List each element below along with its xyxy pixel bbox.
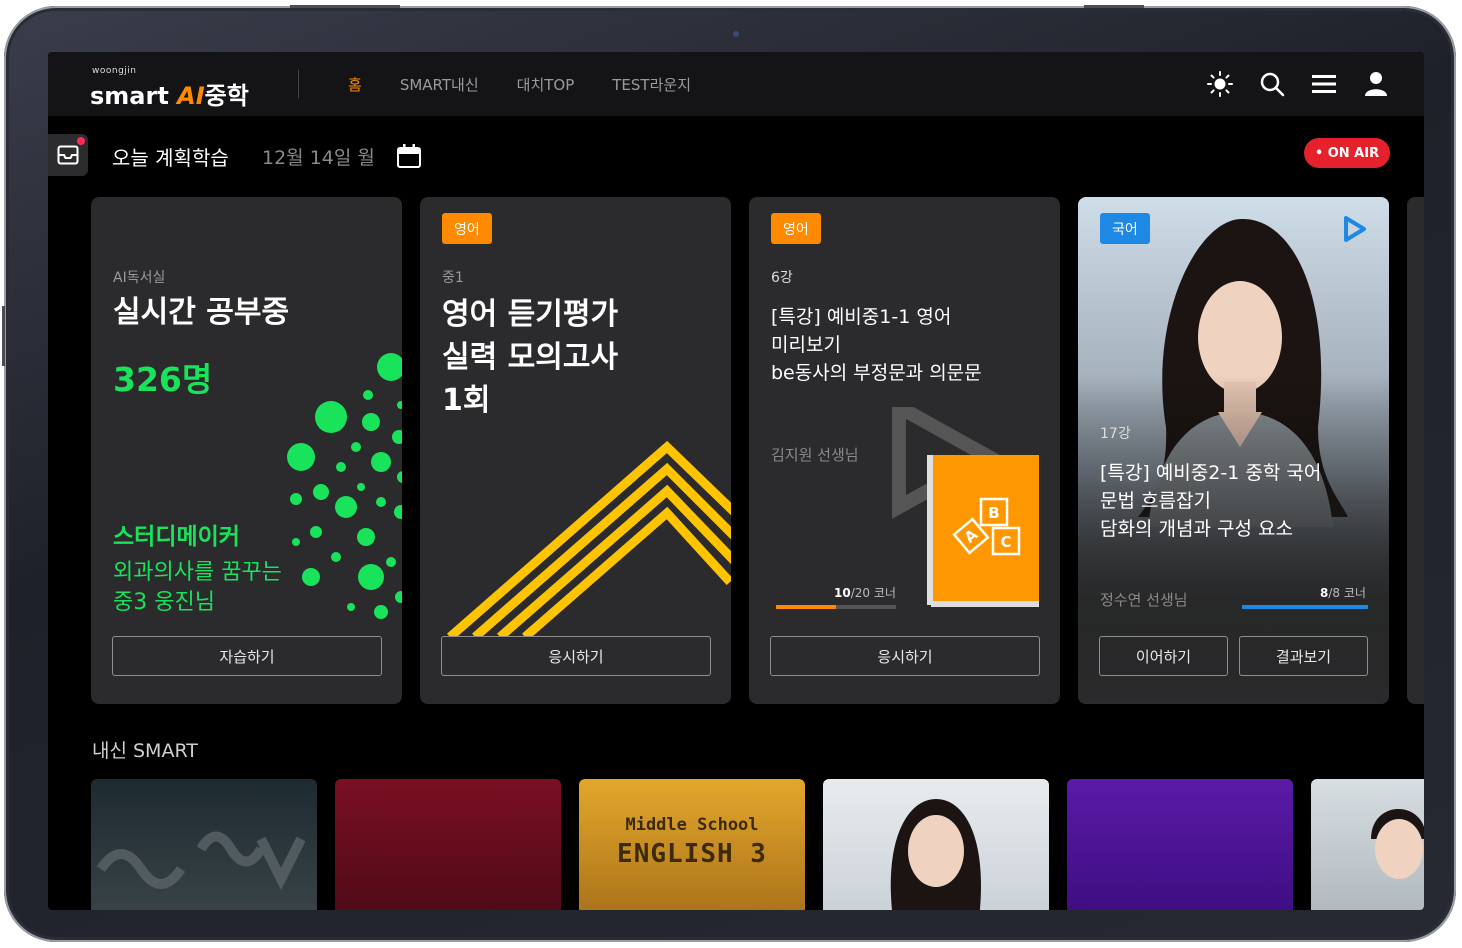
- camera: [733, 31, 739, 37]
- thumbnail-4[interactable]: [823, 779, 1049, 910]
- title-line: 1회: [442, 383, 491, 418]
- plan-date: 12월 14일 월: [262, 147, 375, 169]
- thumbnail-6[interactable]: [1311, 779, 1424, 910]
- study-room-card[interactable]: AI독서실 실시간 공부중 326명 스터디메이커 외과의사를 꿈꾸는 중3 웅…: [91, 197, 402, 704]
- card-title: 영어 듣기평가 실력 모의고사 1회: [442, 293, 618, 422]
- inbox-icon: [57, 145, 79, 165]
- side-button: [2, 306, 5, 366]
- korean-lecture-card[interactable]: 국어 17강 [특강] 예비중2-1 중학 국어 문법 흐름잡기 담화의 개념과…: [1078, 197, 1389, 704]
- thumbnail-art: [96, 831, 306, 891]
- svg-text:B: B: [988, 504, 999, 522]
- study-maker-line2: 중3 웅진님: [113, 590, 215, 615]
- book-illustration: B C A: [892, 407, 1039, 607]
- title-line: [특강] 예비중1-1 영어: [771, 306, 952, 328]
- title-line: 실력 모의고사: [442, 340, 619, 375]
- english-test-card[interactable]: 영어 중1 영어 듣기평가 실력 모의고사 1회 응시하기: [420, 197, 731, 704]
- continue-button[interactable]: 이어하기: [1099, 636, 1228, 676]
- teacher-photo: [1371, 809, 1424, 879]
- brightness-icon[interactable]: [1202, 66, 1238, 102]
- logo-ai: AI: [177, 82, 205, 110]
- book-title-line1: Middle School: [625, 815, 759, 835]
- tab-test-lounge[interactable]: TEST라운지: [612, 74, 691, 95]
- menu-icon[interactable]: [1306, 66, 1342, 102]
- card-subtitle: 중1: [442, 270, 464, 286]
- on-air-button[interactable]: • ON AIR: [1304, 138, 1390, 168]
- thumbnail-5[interactable]: [1067, 779, 1293, 910]
- title-line: be동사의 부정문과 의문문: [771, 362, 982, 384]
- search-icon[interactable]: [1254, 66, 1290, 102]
- progress-fill: [776, 605, 836, 609]
- subject-tag: 영어: [771, 213, 821, 244]
- dots-decoration: [287, 353, 402, 619]
- progress-bar: [1242, 605, 1368, 609]
- title-line: 미리보기: [771, 334, 841, 356]
- stripes-decoration: [447, 440, 731, 637]
- teacher-name: 김지원 선생님: [771, 446, 859, 464]
- logo-smart: smart: [90, 82, 169, 110]
- progress-done: 10: [834, 586, 851, 600]
- user-icon[interactable]: [1358, 66, 1394, 102]
- tab-home[interactable]: 홈: [348, 74, 362, 95]
- subject-tag: 국어: [1100, 213, 1150, 244]
- english-lecture-card[interactable]: B C A 영어 6강 [특강] 예비중1-1 영어 미리보기 be동사의 부정…: [749, 197, 1060, 704]
- card-title: 실시간 공부중: [113, 295, 290, 330]
- take-test-button[interactable]: 응시하기: [441, 636, 711, 676]
- tab-daechi-top[interactable]: 대치TOP: [517, 74, 575, 95]
- card-subtitle: AI독서실: [113, 270, 166, 286]
- subject-tag: 영어: [442, 213, 492, 244]
- teacher-name: 정수연 선생님: [1100, 591, 1188, 609]
- top-navigation-bar: woongjin smart AI중학 홈 SMART내신 대치TOP TEST…: [48, 52, 1424, 116]
- inbox-button[interactable]: [48, 134, 88, 176]
- study-maker-line1: 외과의사를 꿈꾸는: [113, 560, 282, 585]
- progress-label: 8/8 코너: [1320, 584, 1366, 601]
- progress-bar: [776, 605, 896, 609]
- calendar-icon[interactable]: [396, 143, 422, 173]
- take-test-button[interactable]: 응시하기: [770, 636, 1040, 676]
- top-button: [1084, 5, 1144, 8]
- title-line: 담화의 개념과 구성 요소: [1100, 518, 1293, 540]
- notification-dot: [77, 137, 85, 145]
- header-actions: [1186, 66, 1394, 102]
- teacher-photo: [890, 799, 981, 910]
- section-title: 내신 SMART: [92, 740, 198, 762]
- top-button: [290, 5, 400, 8]
- card-title: [특강] 예비중2-1 중학 국어 문법 흐름잡기 담화의 개념과 구성 요소: [1100, 459, 1321, 543]
- title-line: 문법 흐름잡기: [1100, 490, 1211, 512]
- header-divider: [298, 70, 299, 98]
- progress-label: 10/20 코너: [834, 584, 896, 601]
- title-line: 영어 듣기평가: [442, 297, 619, 332]
- logo-brand: woongjin: [92, 66, 137, 76]
- study-maker-title: 스터디메이커: [113, 524, 240, 550]
- studying-count: 326명: [113, 360, 213, 399]
- svg-text:C: C: [1000, 533, 1011, 551]
- thumbnail-2[interactable]: [335, 779, 561, 910]
- thumbnail-3[interactable]: Middle School ENGLISH 3: [579, 779, 805, 910]
- progress-total: /8 코너: [1328, 586, 1366, 600]
- logo-school: 중학: [204, 82, 249, 110]
- card-title: [특강] 예비중1-1 영어 미리보기 be동사의 부정문과 의문문: [771, 303, 982, 387]
- thumbnail-1[interactable]: [91, 779, 317, 910]
- next-card-peek[interactable]: [1407, 197, 1424, 704]
- main-tabs: 홈 SMART내신 대치TOP TEST라운지: [348, 52, 729, 116]
- progress-total: /20 코너: [850, 586, 896, 600]
- plan-title: 오늘 계획학습: [112, 146, 229, 170]
- card-subtitle: 17강: [1100, 426, 1131, 442]
- title-line: [특강] 예비중2-1 중학 국어: [1100, 462, 1322, 484]
- app-screen: woongjin smart AI중학 홈 SMART내신 대치TOP TEST…: [48, 52, 1424, 910]
- study-maker-desc: 외과의사를 꿈꾸는 중3 웅진님: [113, 558, 282, 618]
- tab-smart-naesin[interactable]: SMART내신: [400, 74, 479, 95]
- book-title-line2: ENGLISH 3: [617, 839, 767, 869]
- tablet-frame: woongjin smart AI중학 홈 SMART내신 대치TOP TEST…: [2, 5, 1456, 942]
- teacher-photo: [1078, 197, 1389, 704]
- progress-fill: [1242, 605, 1368, 609]
- self-study-button[interactable]: 자습하기: [112, 636, 382, 676]
- view-result-button[interactable]: 결과보기: [1239, 636, 1368, 676]
- play-icon[interactable]: [1342, 215, 1368, 243]
- card-subtitle: 6강: [771, 270, 793, 286]
